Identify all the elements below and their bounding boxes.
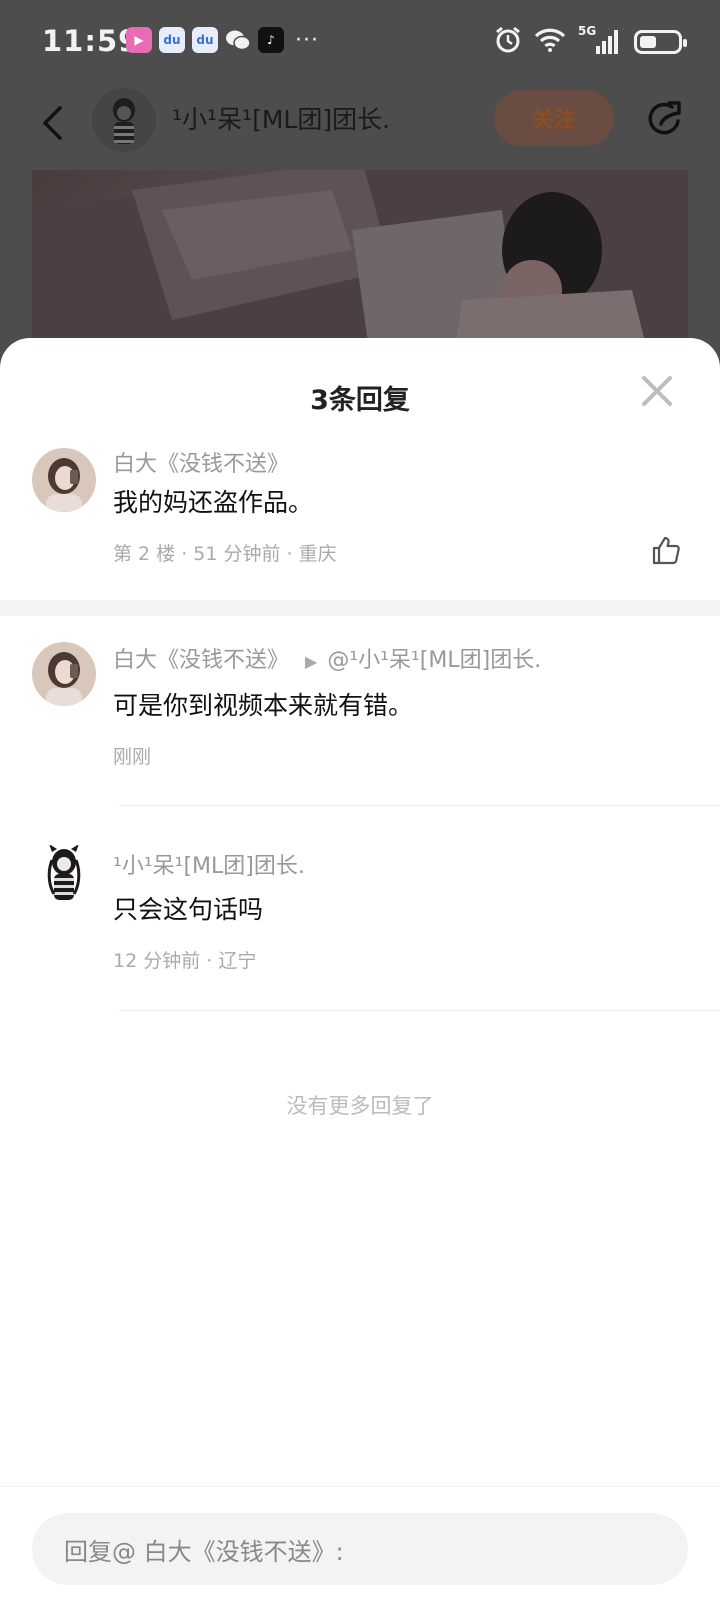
status-bar: 11:59 ▶ du du ♪ ··· 5G [0,0,720,84]
status-time: 11:59 [42,24,140,58]
alarm-icon [494,26,522,58]
reply-text[interactable]: 只会这句话吗 [113,890,263,926]
comment-meta: 第 2 楼 · 51 分钟前 · 重庆 [113,543,337,565]
tiktok-icon: ♪ [258,27,284,53]
avatar[interactable] [32,642,96,706]
share-icon [648,101,681,135]
reply-text[interactable]: 可是你到视频本来就有错。 [113,686,413,722]
more-notifications-icon: ··· [295,27,319,53]
reply-divider [118,1010,720,1011]
reply-input-bar: 回复@ 白大《没钱不送》: [0,1486,720,1610]
battery-icon [634,30,687,54]
wechat-icon [225,27,251,53]
system-icons: 5G [494,24,687,58]
close-button[interactable] [636,370,678,412]
reply-meta: 刚刚 [113,746,152,768]
reply-arrow-icon: ▶ [305,652,318,671]
share-button[interactable] [640,94,690,144]
like-button[interactable] [650,534,686,570]
cellular-signal-icon: 5G [578,24,622,56]
wifi-icon [534,27,566,57]
screen: 11:59 ▶ du du ♪ ··· 5G ¹小¹呆¹[ML团]团长. 关注 … [0,0,720,1610]
reply-author-line: 白大《没钱不送》 ▶ @¹小¹呆¹[ML团]团长. [113,642,541,674]
reply-author[interactable]: ¹小¹呆¹[ML团]团长. [113,848,305,880]
author-avatar[interactable] [92,88,156,152]
follow-button[interactable]: 关注 [494,90,614,146]
avatar[interactable] [32,448,96,512]
bilibili-video-icon: ▶ [126,27,152,53]
reply-divider [118,805,720,806]
comment-author[interactable]: 白大《没钱不送》 [113,446,289,478]
section-divider [0,600,720,616]
reply-meta: 12 分钟前 · 辽宁 [113,950,257,972]
sheet-title: 3条回复 [310,385,410,416]
avatar[interactable] [32,842,96,906]
battery-level-fill [640,36,656,48]
thumbs-up-icon [652,536,680,565]
comment-text[interactable]: 我的妈还盗作品。 [113,483,313,519]
notification-icons: ▶ du du ♪ ··· [126,27,319,53]
replies-sheet: 3条回复 白大《没钱不送》 我的妈还盗作品。 第 2 楼 · 51 分钟前 · … [0,338,720,1610]
reply-author[interactable]: 白大《没钱不送》 [113,648,289,673]
video-top-bar: ¹小¹呆¹[ML团]团长. 关注 [0,84,720,160]
reply-input[interactable]: 回复@ 白大《没钱不送》: [32,1513,688,1585]
background-overlay[interactable]: 11:59 ▶ du du ♪ ··· 5G ¹小¹呆¹[ML团]团长. 关注 [0,0,720,370]
no-more-replies-label: 没有更多回复了 [286,1094,434,1118]
close-icon [642,376,672,406]
baidu-icon: du [192,27,218,53]
reply-target[interactable]: @¹小¹呆¹[ML团]团长. [327,648,541,673]
author-name[interactable]: ¹小¹呆¹[ML团]团长. [172,100,390,136]
chevron-left-icon [43,106,62,140]
back-button[interactable] [30,96,74,150]
baidu-icon: du [159,27,185,53]
